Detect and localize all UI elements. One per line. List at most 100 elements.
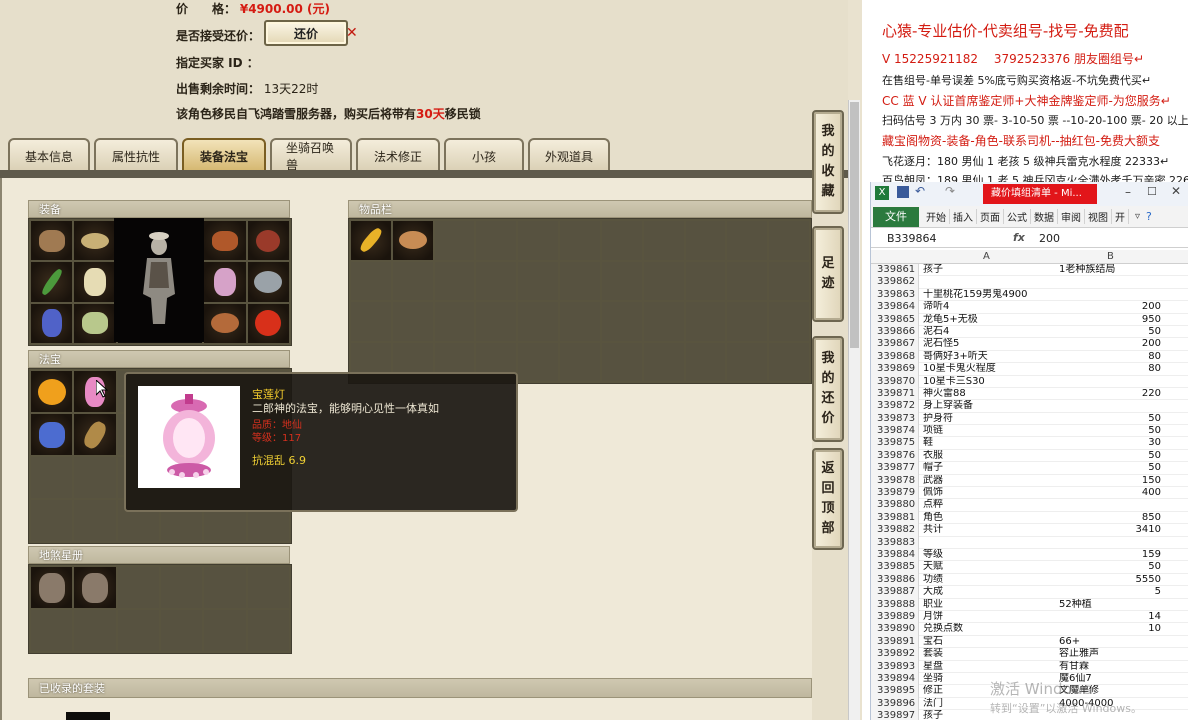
- inventory-slot[interactable]: [392, 302, 433, 341]
- earth-book-slot[interactable]: [31, 567, 73, 608]
- scrollbar-thumb[interactable]: [850, 102, 859, 348]
- inventory-slot[interactable]: [351, 302, 391, 341]
- sheet-row[interactable]: 339865 龙龟5+无极 950: [871, 313, 1188, 326]
- treasure-slot-lotus-lamp[interactable]: [74, 371, 116, 412]
- inventory-slot[interactable]: [601, 302, 642, 341]
- equipment-slot[interactable]: [204, 303, 246, 343]
- cell-b[interactable]: 50: [1057, 450, 1165, 462]
- cell-b[interactable]: 200: [1057, 338, 1165, 350]
- back-to-top-button[interactable]: 返回顶部: [812, 448, 844, 550]
- treasure-slot[interactable]: [31, 371, 73, 412]
- inventory-slot[interactable]: [560, 342, 600, 381]
- sheet-row[interactable]: 339869 10星卡鬼火程度 80: [871, 363, 1188, 376]
- inventory-slot[interactable]: [643, 302, 684, 341]
- inventory-slot[interactable]: [727, 221, 768, 260]
- cell-a[interactable]: 星盘: [921, 661, 1055, 673]
- inventory-slot[interactable]: [643, 342, 684, 381]
- inventory-slot[interactable]: [727, 261, 768, 300]
- tab-children[interactable]: 小孩: [444, 138, 524, 172]
- cell-b[interactable]: 80: [1057, 351, 1165, 363]
- cell-b[interactable]: 950: [1057, 314, 1165, 326]
- equipment-slot[interactable]: [74, 303, 116, 343]
- cell-a[interactable]: 泥石怪5: [921, 338, 1055, 350]
- row-number[interactable]: 339865: [871, 313, 919, 326]
- row-number[interactable]: 339878: [871, 474, 919, 488]
- cell-b[interactable]: 150: [1057, 475, 1165, 487]
- cell-a[interactable]: 神火雷88: [921, 388, 1055, 400]
- inventory-slot[interactable]: [643, 261, 684, 300]
- inventory-slot[interactable]: [685, 261, 726, 300]
- cell-a[interactable]: 10星卡三S30: [921, 376, 1055, 388]
- row-number[interactable]: 339875: [871, 437, 919, 450]
- row-number[interactable]: 339879: [871, 487, 919, 500]
- my-bargains-button[interactable]: 我的还价: [812, 336, 844, 442]
- cell-a[interactable]: 大成: [921, 586, 1055, 598]
- treasure-slot[interactable]: [74, 457, 116, 498]
- sheet-row[interactable]: 339883: [871, 536, 1188, 549]
- row-number[interactable]: 339883: [871, 536, 919, 549]
- row-number[interactable]: 339887: [871, 586, 919, 599]
- undo-icon[interactable]: ↶: [915, 184, 925, 198]
- row-number[interactable]: 339876: [871, 449, 919, 463]
- my-favorites-button[interactable]: 我的收藏: [812, 110, 844, 214]
- inventory-slot[interactable]: [769, 302, 809, 341]
- ribbon-tab-developer[interactable]: 开: [1112, 209, 1129, 224]
- sheet-row[interactable]: 339861 孩子 1老种族结局: [871, 264, 1188, 277]
- cell-a[interactable]: 角色: [921, 512, 1055, 524]
- cell-b[interactable]: 1老种族结局: [1057, 264, 1165, 276]
- row-number[interactable]: 339891: [871, 635, 919, 649]
- sheet-row[interactable]: 339880 点粹: [871, 499, 1188, 512]
- row-number[interactable]: 339868: [871, 350, 919, 364]
- cell-b[interactable]: 10: [1057, 623, 1165, 635]
- cell-a[interactable]: 兑换点数: [921, 623, 1055, 635]
- row-number[interactable]: 339897: [871, 710, 919, 720]
- earth-book-slot[interactable]: [204, 567, 246, 608]
- row-number[interactable]: 339862: [871, 276, 919, 289]
- cell-b[interactable]: 5550: [1057, 574, 1165, 586]
- equipment-slot[interactable]: [204, 262, 246, 302]
- cell-b[interactable]: 容止雅声: [1057, 648, 1165, 660]
- inventory-slot[interactable]: [518, 302, 559, 341]
- cell-b[interactable]: 80: [1057, 363, 1165, 375]
- equipment-slot[interactable]: [74, 262, 116, 302]
- row-number[interactable]: 339893: [871, 660, 919, 673]
- cell-a[interactable]: 宝石: [921, 636, 1055, 648]
- sheet-row[interactable]: 339882 共计 3410: [871, 524, 1188, 537]
- name-box[interactable]: B339864: [887, 232, 937, 245]
- sheet-row[interactable]: 339876 衣服 50: [871, 449, 1188, 463]
- row-number[interactable]: 339885: [871, 561, 919, 574]
- sheet-row[interactable]: 339892 套装 容止雅声: [871, 648, 1188, 661]
- tab-basic-info[interactable]: 基本信息: [8, 138, 90, 172]
- cell-b[interactable]: 220: [1057, 388, 1165, 400]
- sheet-row[interactable]: 339893 星盘 有甘霖: [871, 660, 1188, 673]
- sheet-row[interactable]: 339890 兑换点数 10: [871, 623, 1188, 636]
- earth-book-slot[interactable]: [31, 610, 73, 651]
- ribbon-tab-formulas[interactable]: 公式: [1004, 209, 1031, 224]
- row-number[interactable]: 339886: [871, 573, 919, 587]
- cell-a[interactable]: 龙龟5+无极: [921, 314, 1055, 326]
- bargain-button[interactable]: 还价: [264, 20, 348, 46]
- row-number[interactable]: 339869: [871, 363, 919, 376]
- sheet-row[interactable]: 339889 月饼 14: [871, 610, 1188, 624]
- row-number[interactable]: 339888: [871, 598, 919, 611]
- equipment-slot[interactable]: [31, 303, 73, 343]
- sheet-row[interactable]: 339868 哥俩好3+听天 80: [871, 350, 1188, 364]
- cell-a[interactable]: 谛听4: [921, 301, 1055, 313]
- cell-a[interactable]: 衣服: [921, 450, 1055, 462]
- row-number[interactable]: 339895: [871, 685, 919, 698]
- cell-a[interactable]: 项链: [921, 425, 1055, 437]
- cell-a[interactable]: 10星卡鬼火程度: [921, 363, 1055, 375]
- ribbon-tab-insert[interactable]: 插入: [950, 209, 977, 224]
- tab-equipment-treasure[interactable]: 装备法宝: [182, 138, 266, 172]
- cell-a[interactable]: 点粹: [921, 499, 1055, 511]
- maximize-icon[interactable]: ☐: [1147, 185, 1157, 198]
- cell-b[interactable]: 850: [1057, 512, 1165, 524]
- inventory-slot[interactable]: [769, 221, 809, 260]
- row-number[interactable]: 339874: [871, 425, 919, 438]
- row-number[interactable]: 339870: [871, 375, 919, 388]
- sheet-row[interactable]: 339884 等级 159: [871, 548, 1188, 562]
- equipment-slot[interactable]: [204, 221, 246, 261]
- cell-a[interactable]: 武器: [921, 475, 1055, 487]
- sheet-row[interactable]: 339875 鞋 30: [871, 437, 1188, 450]
- cell-a[interactable]: 孩子: [921, 264, 1055, 276]
